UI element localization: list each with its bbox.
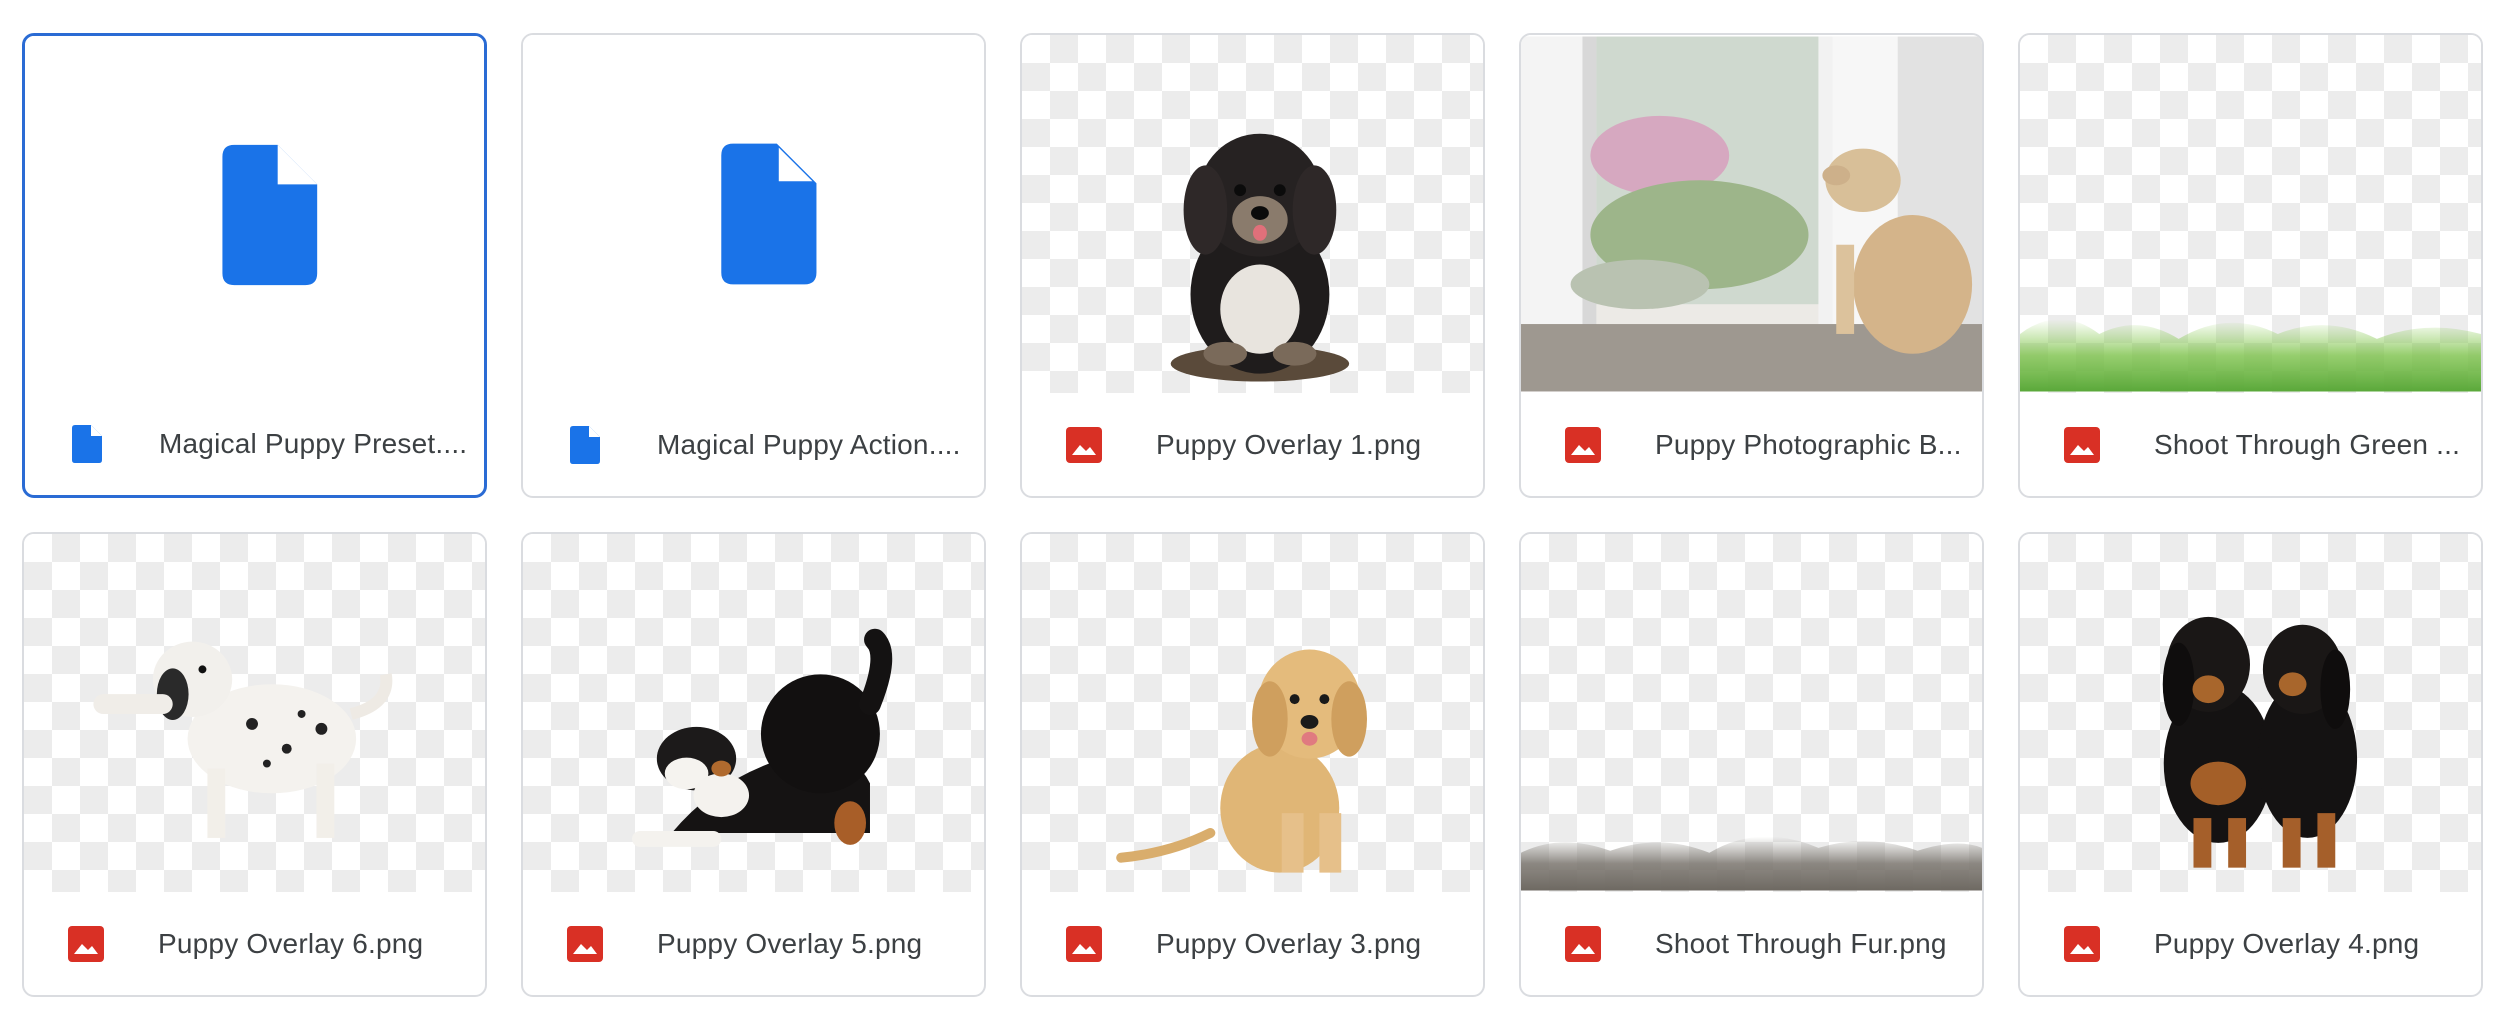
file-card-magical-puppy-preset[interactable]: Magical Puppy Preset....	[22, 33, 487, 498]
image-icon	[1064, 425, 1104, 465]
file-card-puppy-overlay-6[interactable]: Puppy Overlay 6.png	[22, 532, 487, 997]
file-thumbnail	[25, 36, 484, 394]
black-fluffy-puppy-image	[1170, 133, 1350, 382]
file-thumbnail	[1022, 35, 1483, 393]
file-card-footer: Magical Puppy Preset....	[25, 392, 484, 495]
puppy-window-image	[1521, 36, 1982, 392]
file-card-footer: Puppy Overlay 1.png	[1022, 393, 1483, 496]
file-thumbnail	[2020, 534, 2481, 892]
file-name: Shoot Through Fur.png	[1655, 927, 1947, 959]
dalmatian-puppy-image	[93, 641, 393, 838]
file-card-puppy-overlay-3[interactable]: Puppy Overlay 3.png	[1020, 532, 1485, 997]
image-icon	[1563, 924, 1603, 964]
two-hound-puppies-image	[2162, 616, 2358, 868]
fur-image	[1521, 836, 1982, 891]
document-preview-icon	[222, 144, 318, 286]
file-thumbnail	[1521, 534, 1982, 892]
file-card-magical-puppy-action[interactable]: Magical Puppy Action....	[521, 33, 986, 498]
file-card-puppy-overlay-4[interactable]: Puppy Overlay 4.png	[2018, 532, 2483, 997]
file-name: Puppy Photographic B...	[1655, 428, 1962, 460]
file-thumbnail	[2020, 35, 2481, 393]
file-card-footer: Magical Puppy Action....	[523, 393, 984, 496]
document-icon	[565, 425, 605, 465]
file-name: Shoot Through Green ...	[2154, 428, 2461, 460]
file-card-footer: Shoot Through Green ...	[2020, 393, 2481, 496]
document-icon	[67, 424, 107, 464]
file-thumbnail	[24, 534, 485, 892]
file-name: Puppy Overlay 5.png	[657, 927, 923, 959]
green-grass-image	[2020, 319, 2481, 392]
file-card-footer: Puppy Overlay 3.png	[1022, 892, 1483, 995]
bernese-puppy-image	[632, 628, 893, 847]
file-name: Magical Puppy Action....	[657, 428, 961, 460]
file-thumbnail	[1022, 534, 1483, 892]
image-icon	[1064, 924, 1104, 964]
file-card-footer: Puppy Overlay 4.png	[2020, 892, 2481, 995]
image-icon	[2062, 425, 2102, 465]
file-card-puppy-overlay-5[interactable]: Puppy Overlay 5.png	[521, 532, 986, 997]
file-name: Puppy Overlay 4.png	[2154, 927, 2420, 959]
file-card-shoot-through-fur[interactable]: Shoot Through Fur.png	[1519, 532, 1984, 997]
golden-retriever-puppy-image	[1116, 649, 1368, 873]
image-icon	[1563, 425, 1603, 465]
file-card-footer: Puppy Overlay 6.png	[24, 892, 485, 995]
file-card-footer: Puppy Photographic B...	[1521, 393, 1982, 496]
image-icon	[565, 924, 605, 964]
file-thumbnail	[523, 534, 984, 892]
file-name: Puppy Overlay 6.png	[158, 927, 424, 959]
image-icon	[66, 924, 106, 964]
file-name: Magical Puppy Preset....	[159, 427, 468, 459]
file-card-footer: Shoot Through Fur.png	[1521, 892, 1982, 995]
document-preview-icon	[721, 143, 817, 285]
file-thumbnail	[523, 35, 984, 393]
file-grid: Magical Puppy Preset.... Magical Puppy A…	[22, 33, 2487, 997]
file-card-puppy-overlay-1[interactable]: Puppy Overlay 1.png	[1020, 33, 1485, 498]
file-card-puppy-photographic-b[interactable]: Puppy Photographic B...	[1519, 33, 1984, 498]
image-icon	[2062, 924, 2102, 964]
file-name: Puppy Overlay 3.png	[1156, 927, 1422, 959]
file-thumbnail	[1521, 35, 1982, 393]
file-card-footer: Puppy Overlay 5.png	[523, 892, 984, 995]
file-name: Puppy Overlay 1.png	[1156, 428, 1422, 460]
file-card-shoot-through-green[interactable]: Shoot Through Green ...	[2018, 33, 2483, 498]
